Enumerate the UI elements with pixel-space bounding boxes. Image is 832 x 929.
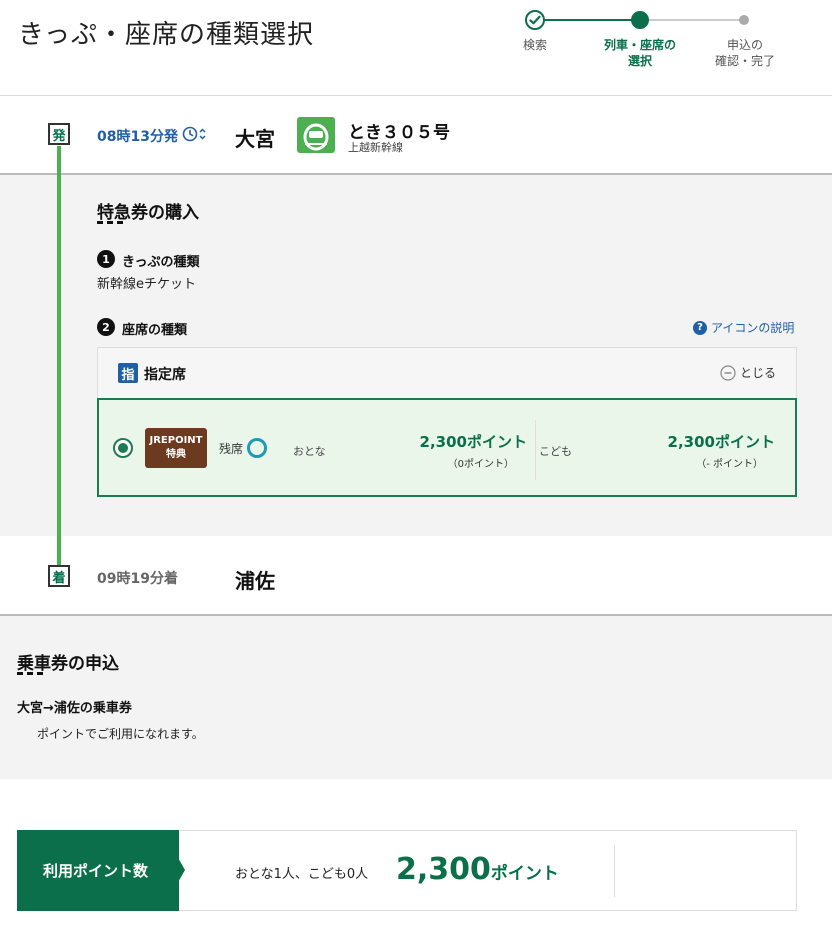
- close-panel-button[interactable]: とじる: [720, 364, 776, 381]
- seat-option-radio[interactable]: [113, 438, 133, 458]
- points-divider: [614, 845, 615, 897]
- step-label-confirm: 申込の 確認・完了: [714, 38, 775, 68]
- ride-note: ポイントでご利用になれます。: [37, 727, 204, 741]
- line-name: 上越新幹線: [348, 141, 403, 154]
- seat-type-heading: 座席の種類: [122, 323, 188, 338]
- adult-price-sub: （0ポイント）: [447, 459, 514, 470]
- points-total: 2,300 ポイント: [396, 852, 559, 887]
- passenger-count: おとな1人、こども0人: [235, 867, 369, 882]
- page-header: きっぷ・座席の種類選択 検索 列車・座席の 選択 申込の 確認・完了: [0, 0, 832, 96]
- clock-icon: [182, 126, 206, 142]
- departure-station: 大宮: [235, 127, 275, 151]
- step-connector-todo: [648, 19, 740, 21]
- check-icon: [529, 15, 541, 25]
- adult-label: おとな: [293, 445, 326, 458]
- departure-badge: 発: [48, 123, 70, 145]
- ride-title: 乗車券の申込: [17, 654, 119, 674]
- step-done-circle: [525, 10, 545, 30]
- child-price: 2,300ポイント: [667, 433, 775, 451]
- availability-circle-icon: [247, 438, 267, 458]
- arrival-station: 浦佐: [235, 569, 275, 593]
- tab-arrow: [177, 856, 185, 884]
- route-line: [57, 146, 61, 566]
- step-current-circle: [631, 11, 649, 29]
- page-title: きっぷ・座席の種類選択: [18, 20, 314, 50]
- jre-point-badge: JREPOINT 特典: [145, 428, 207, 468]
- seat-class-label: 指定席: [144, 367, 186, 383]
- reserved-seat-icon: 指: [118, 363, 138, 383]
- shinkansen-icon: [303, 123, 329, 151]
- step-label-search: 検索: [522, 38, 547, 52]
- step-todo-circle: [739, 15, 749, 25]
- step-label-select: 列車・座席の 選択: [603, 38, 676, 68]
- points-total-number: 2,300: [396, 852, 491, 887]
- icon-help-link[interactable]: ? アイコンの説明: [693, 319, 794, 336]
- points-total-unit: ポイント: [490, 864, 559, 884]
- adult-price: 2,300ポイント: [419, 433, 527, 451]
- arrival-time: 09時19分着: [97, 571, 178, 587]
- seat-class-panel: 指 指定席 とじる: [97, 347, 797, 399]
- step-number-1: 1: [97, 250, 115, 268]
- radio-selected-dot: [118, 443, 128, 453]
- price-divider: [535, 420, 536, 480]
- step-number-2: 2: [97, 318, 115, 336]
- availability-label: 残席: [219, 442, 244, 456]
- ride-route: 大宮→浦佐の乗車券: [17, 701, 132, 716]
- departure-time[interactable]: 08時13分発: [97, 126, 178, 146]
- child-price-sub: （- ポイント）: [696, 459, 763, 470]
- title-decoration: [97, 221, 125, 224]
- help-icon: ?: [693, 320, 707, 335]
- ride-title-decoration: [17, 672, 45, 675]
- minus-circle-icon: [720, 364, 736, 381]
- points-tab: 利用ポイント数: [17, 830, 179, 911]
- ticket-type-value: 新幹線eチケット: [97, 277, 196, 292]
- step-connector-done: [545, 19, 635, 21]
- ticket-type-heading: きっぷの種類: [122, 255, 200, 270]
- seat-option-row[interactable]: JREPOINT 特典 残席 おとな 2,300ポイント （0ポイント） こども…: [97, 398, 797, 497]
- time-change-button[interactable]: [182, 125, 210, 147]
- train-logo-icon: [297, 117, 335, 153]
- arrival-badge: 着: [48, 565, 70, 587]
- child-label: こども: [539, 445, 572, 458]
- express-title: 特急券の購入: [97, 203, 199, 223]
